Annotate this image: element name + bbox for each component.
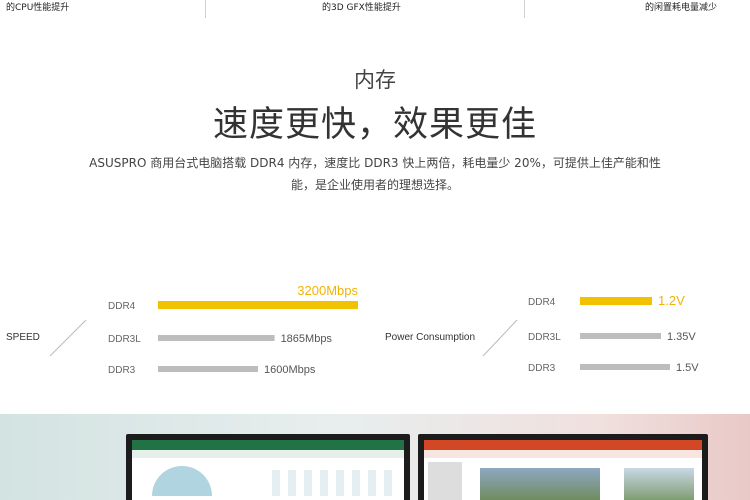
value-label: 1.35V <box>667 331 696 343</box>
power-chart: Power Consumption DDR4 1.2V DDR3L 1.35V DDR3 1… <box>375 270 750 390</box>
monitor-right <box>418 434 708 500</box>
category-label: DDR4 <box>108 301 136 312</box>
speed-chart: SPEED DDR4 3200Mbps DDR3L 1865Mbps DDR3 1600Mb… <box>0 270 375 390</box>
excel-titlebar <box>132 440 404 450</box>
monitor-left-screen <box>132 440 404 500</box>
ppt-slide-thumbnails <box>428 462 462 500</box>
category-label: DDR3L <box>528 332 561 343</box>
value-label: 1600Mbps <box>264 364 316 376</box>
value-label: 3200Mbps <box>297 283 358 298</box>
section-eyebrow: 内存 <box>354 68 396 92</box>
divider <box>205 0 206 18</box>
chart-title: SPEED <box>6 332 40 343</box>
value-label: 1.5V <box>676 362 699 374</box>
excel-ribbon <box>132 450 404 458</box>
category-label: DDR4 <box>528 297 556 308</box>
value-label: 1865Mbps <box>281 333 333 345</box>
chart-title: Power Consumption <box>385 332 475 343</box>
decorative-slash <box>482 319 518 357</box>
category-label: DDR3 <box>108 365 136 376</box>
ppt-titlebar <box>424 440 702 450</box>
feature-strip: 的CPU性能提升 的3D GFX性能提升 的闲置耗电量减少 <box>0 0 750 22</box>
bar <box>158 366 258 372</box>
ppt-slide-image <box>480 468 600 500</box>
excel-bar-chart <box>272 470 392 496</box>
bar <box>580 364 670 370</box>
bar <box>580 297 652 305</box>
monitor-right-screen <box>424 440 702 500</box>
bar <box>580 333 661 339</box>
category-label: DDR3 <box>528 363 556 374</box>
feature-caption-power: 的闲置耗电量减少 <box>645 3 718 13</box>
divider <box>524 0 525 18</box>
excel-pie-chart <box>152 466 212 496</box>
ppt-ribbon <box>424 450 702 458</box>
feature-caption-gfx: 的3D GFX性能提升 <box>322 3 401 13</box>
section-headline: 速度更快，效果更佳 <box>212 105 537 145</box>
category-label: DDR3L <box>108 334 141 345</box>
power-chart-svg: Power Consumption DDR4 1.2V DDR3L 1.35V DDR3 1… <box>385 293 699 374</box>
feature-caption-cpu: 的CPU性能提升 <box>6 3 70 13</box>
ppt-side-image <box>624 468 694 500</box>
bar <box>158 335 275 341</box>
value-label: 1.2V <box>658 293 685 308</box>
bar <box>158 301 358 309</box>
product-photo <box>0 414 750 500</box>
monitor-left <box>126 434 410 500</box>
section-description: ASUSPRO 商用台式电脑搭载 DDR4 内存，速度比 DDR3 快上两倍，耗… <box>89 156 661 192</box>
decorative-slash <box>49 319 87 357</box>
speed-chart-svg: SPEED DDR4 3200Mbps DDR3L 1865Mbps DDR3 1600Mb… <box>6 283 358 376</box>
